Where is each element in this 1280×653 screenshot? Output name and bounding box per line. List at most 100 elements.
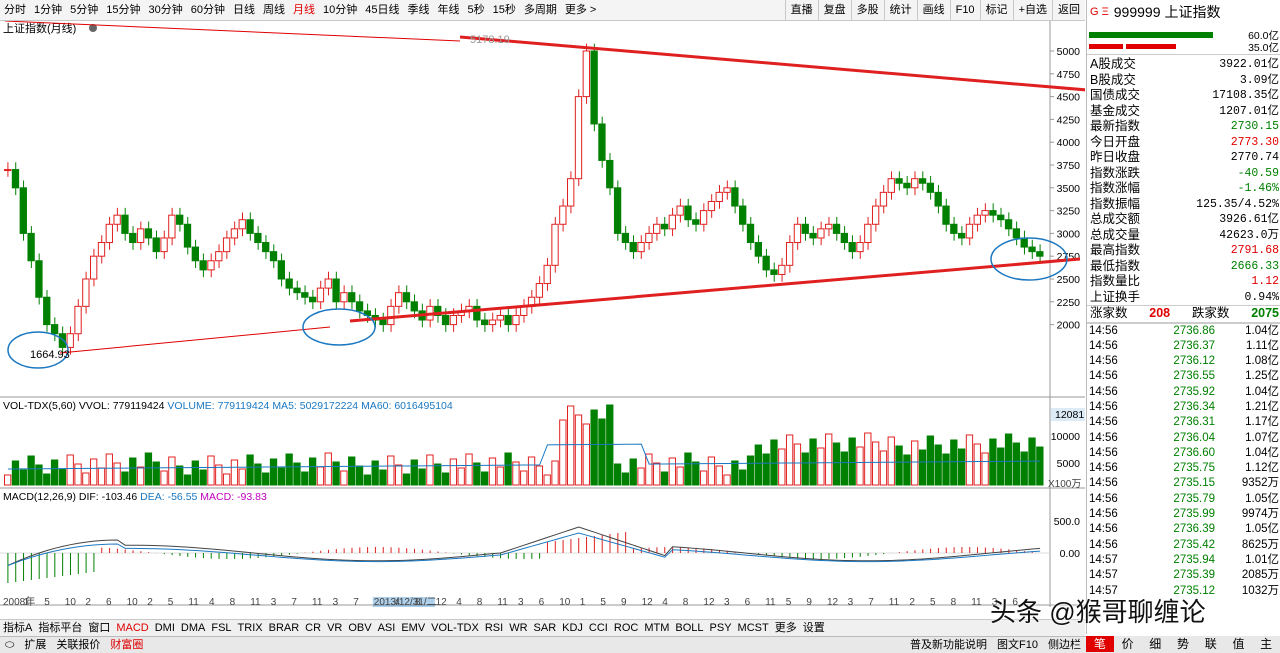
indicator-tab-22[interactable]: BOLL xyxy=(672,620,706,636)
indicator-tab-12[interactable]: ASI xyxy=(375,620,399,636)
indicator-tab-25[interactable]: 更多 xyxy=(772,620,800,636)
period-tab-6[interactable]: 日线 xyxy=(229,0,259,20)
volume-bar xyxy=(230,459,239,486)
indicator-tab-21[interactable]: MTM xyxy=(641,620,672,636)
candle-body xyxy=(293,287,301,294)
period-tab-12[interactable]: 年线 xyxy=(434,0,464,20)
toolbar-button-5[interactable]: F10 xyxy=(949,0,980,20)
period-tab-16[interactable]: 更多 > xyxy=(561,0,600,20)
status-sidebar[interactable]: 侧边栏 xyxy=(1043,637,1086,653)
chart-area[interactable]: 上证指数(月线) 5000 4750 4500 4250 4000 3750 3500 325… xyxy=(0,20,1178,608)
indicator-tab-15[interactable]: RSI xyxy=(482,620,506,636)
period-tab-10[interactable]: 45日线 xyxy=(361,0,403,20)
tick-row: 14:56 2735.15 9352万 xyxy=(1087,476,1280,491)
period-tab-8[interactable]: 月线 xyxy=(289,0,319,20)
tick-row: 14:56 2736.39 1.05亿 xyxy=(1087,522,1280,537)
volume-bar xyxy=(277,467,286,486)
side-tab-1[interactable]: 价 xyxy=(1114,636,1142,652)
side-tab-2[interactable]: 细 xyxy=(1141,636,1169,652)
indicator-tab-6[interactable]: FSL xyxy=(208,620,234,636)
period-tab-3[interactable]: 15分钟 xyxy=(102,0,144,20)
indicator-tab-11[interactable]: OBV xyxy=(345,620,374,636)
volume-bar xyxy=(793,443,802,486)
indicator-tab-24[interactable]: MCST xyxy=(735,620,772,636)
indicator-tab-17[interactable]: SAR xyxy=(531,620,560,636)
period-tab-7[interactable]: 周线 xyxy=(259,0,289,20)
volume-bar xyxy=(410,459,418,486)
indicator-tab-16[interactable]: WR xyxy=(506,620,530,636)
period-tab-1[interactable]: 1分钟 xyxy=(30,0,66,20)
period-tab-4[interactable]: 30分钟 xyxy=(145,0,187,20)
indicator-tab-8[interactable]: BRAR xyxy=(266,620,303,636)
candle-body xyxy=(191,246,199,262)
status-new-features[interactable]: 普及新功能说明 xyxy=(905,637,992,653)
indicator-tab-19[interactable]: CCI xyxy=(586,620,611,636)
indicator-tab-18[interactable]: KDJ xyxy=(559,620,586,636)
y-tick-label: 4750 xyxy=(1057,69,1081,81)
indicator-tab-7[interactable]: TRIX xyxy=(235,620,266,636)
status-expand[interactable]: 扩展 xyxy=(19,637,51,653)
volume-bar xyxy=(668,457,676,486)
volume-bar xyxy=(715,465,723,486)
kline-chart-svg[interactable]: 上证指数(月线) 5000475045004250400037503500325… xyxy=(0,20,1178,608)
side-tab-5[interactable]: 值 xyxy=(1225,636,1253,652)
x-tick-label: 2013/12/31/二 xyxy=(374,597,437,607)
stat-value: 2770.74 xyxy=(1230,151,1279,164)
x-tick-label: 11 xyxy=(312,597,323,607)
stat-row: 昨日收盘 2770.74 xyxy=(1087,150,1280,166)
indicator-tab-0[interactable]: 指标A xyxy=(0,620,35,636)
stat-label: 指数涨跌 xyxy=(1090,165,1141,180)
volume-bar xyxy=(1004,433,1013,486)
period-tab-0[interactable]: 分时 xyxy=(0,0,30,20)
indicator-tab-13[interactable]: EMV xyxy=(398,620,428,636)
side-tab-4[interactable]: 联 xyxy=(1197,636,1225,652)
x-tick-label: 3 xyxy=(333,597,339,607)
indicator-tab-23[interactable]: PSY xyxy=(707,620,735,636)
tick-row: 14:56 2736.55 1.25亿 xyxy=(1087,369,1280,384)
period-tab-2[interactable]: 5分钟 xyxy=(66,0,102,20)
candle-body xyxy=(488,319,497,326)
toolbar-button-4[interactable]: 画线 xyxy=(916,0,950,20)
indicator-tab-9[interactable]: CR xyxy=(302,620,324,636)
toolbar-button-3[interactable]: 统计 xyxy=(883,0,917,20)
side-tab-0[interactable]: 笔 xyxy=(1086,636,1114,652)
toolbar-button-8[interactable]: 返回 xyxy=(1052,0,1085,20)
side-tab-3[interactable]: 势 xyxy=(1169,636,1197,652)
macd-y-tick-label: 500.0 xyxy=(1054,516,1080,528)
toolbar-button-7[interactable]: +自选 xyxy=(1012,0,1052,20)
volume-bar xyxy=(191,460,199,486)
status-related-quotes[interactable]: 关联报价 xyxy=(51,637,105,653)
side-tab-6[interactable]: 主 xyxy=(1252,636,1280,652)
period-tab-13[interactable]: 5秒 xyxy=(464,0,489,20)
period-tab-5[interactable]: 60分钟 xyxy=(187,0,229,20)
status-f10[interactable]: 图文F10 xyxy=(992,637,1043,653)
indicator-tab-5[interactable]: DMA xyxy=(178,620,208,636)
toolbar-button-1[interactable]: 复盘 xyxy=(817,0,851,20)
period-tab-11[interactable]: 季线 xyxy=(404,0,434,20)
toolbar-button-6[interactable]: 标记 xyxy=(979,0,1013,20)
indicator-tab-4[interactable]: DMI xyxy=(152,620,178,636)
indicator-tab-14[interactable]: VOL-TDX xyxy=(428,620,482,636)
stat-value: 2773.30 xyxy=(1230,135,1279,149)
candle-body xyxy=(895,178,903,184)
indicator-tab-10[interactable]: VR xyxy=(324,620,345,636)
candle-body xyxy=(582,50,590,98)
toolbar-button-2[interactable]: 多股 xyxy=(850,0,884,20)
period-tab-15[interactable]: 多周期 xyxy=(520,0,561,20)
period-tab-14[interactable]: 15秒 xyxy=(489,0,520,20)
volume-bar xyxy=(316,466,325,486)
candle-body xyxy=(82,278,90,307)
tick-volume: 1.04亿 xyxy=(1245,324,1279,337)
indicator-tab-2[interactable]: 窗口 xyxy=(85,620,113,636)
y-tick-label: 3000 xyxy=(1057,228,1081,240)
indicator-tab-1[interactable]: 指标平台 xyxy=(35,620,85,636)
period-tab-9[interactable]: 10分钟 xyxy=(319,0,361,20)
indicator-tab-20[interactable]: ROC xyxy=(611,620,641,636)
toolbar-button-0[interactable]: 直播 xyxy=(784,0,818,20)
candle-body xyxy=(692,219,700,225)
tick-list[interactable]: 14:56 2736.86 1.04亿 14:56 2736.37 1.11亿 14:56 2… xyxy=(1087,322,1280,599)
indicator-tab-3[interactable]: MACD xyxy=(113,620,151,636)
indicator-tab-26[interactable]: 设置 xyxy=(800,620,828,636)
status-wealth-circle[interactable]: 财富圈 xyxy=(105,637,148,653)
toggle-icon[interactable]: ⬭ xyxy=(0,637,19,653)
